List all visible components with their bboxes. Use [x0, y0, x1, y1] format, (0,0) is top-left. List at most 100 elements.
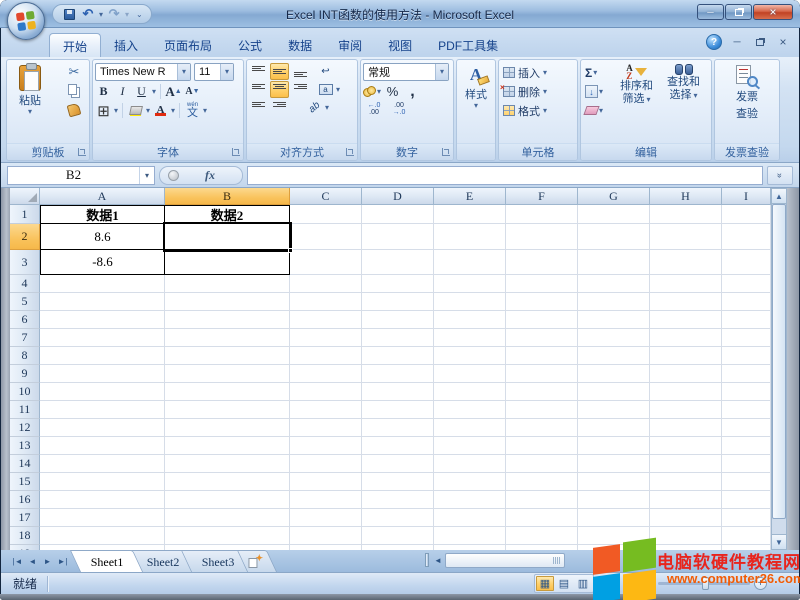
- cell-D1[interactable]: [362, 205, 434, 224]
- percent-button[interactable]: %: [384, 83, 401, 100]
- merge-dropdown[interactable]: ▾: [336, 87, 340, 93]
- cell-B9[interactable]: [165, 365, 290, 383]
- cell-A9[interactable]: [40, 365, 165, 383]
- invoice-check-button[interactable]: 发票 查验: [717, 63, 777, 121]
- cell-G18[interactable]: [578, 527, 650, 545]
- insert-function-button[interactable]: fx: [205, 168, 215, 183]
- cell-G13[interactable]: [578, 437, 650, 455]
- cell-G15[interactable]: [578, 473, 650, 491]
- cell-H11[interactable]: [650, 401, 722, 419]
- font-name-combo[interactable]: Times New R ▾: [95, 63, 191, 81]
- font-name-dropdown[interactable]: ▾: [177, 64, 190, 80]
- column-header-I[interactable]: I: [722, 188, 771, 205]
- workbook-restore-button[interactable]: [752, 35, 768, 49]
- align-center-button[interactable]: [270, 81, 289, 98]
- alignment-dialog-launcher[interactable]: [346, 148, 354, 156]
- italic-button[interactable]: I: [114, 83, 131, 100]
- name-box-dropdown[interactable]: ▾: [139, 167, 154, 184]
- cell-A12[interactable]: [40, 419, 165, 437]
- cell-A13[interactable]: [40, 437, 165, 455]
- cell-B16[interactable]: [165, 491, 290, 509]
- cell-D14[interactable]: [362, 455, 434, 473]
- column-header-C[interactable]: C: [290, 188, 362, 205]
- row-header-3[interactable]: 3: [10, 250, 40, 275]
- clear-button[interactable]: ▾: [583, 102, 613, 119]
- cell-F16[interactable]: [506, 491, 578, 509]
- phonetic-dropdown[interactable]: ▾: [203, 108, 207, 114]
- cell-C13[interactable]: [290, 437, 362, 455]
- cell-E6[interactable]: [434, 311, 506, 329]
- cell-G3[interactable]: [578, 250, 650, 275]
- sort-filter-button[interactable]: AZ 排序和 筛选▾: [613, 63, 660, 142]
- align-top-button[interactable]: [249, 63, 268, 80]
- scroll-down-button[interactable]: ▼: [772, 534, 786, 549]
- cell-E4[interactable]: [434, 275, 506, 293]
- cell-C14[interactable]: [290, 455, 362, 473]
- column-header-H[interactable]: H: [650, 188, 722, 205]
- cell-D9[interactable]: [362, 365, 434, 383]
- first-sheet-button[interactable]: |◄: [11, 557, 24, 566]
- ribbon-tab-7[interactable]: 视图: [375, 33, 425, 57]
- ribbon-tab-6[interactable]: 审阅: [325, 33, 375, 57]
- cell-E13[interactable]: [434, 437, 506, 455]
- cell-C7[interactable]: [290, 329, 362, 347]
- orientation-button[interactable]: ab: [305, 99, 324, 116]
- cell-D13[interactable]: [362, 437, 434, 455]
- align-middle-button[interactable]: [270, 63, 289, 80]
- cell-D6[interactable]: [362, 311, 434, 329]
- cell-B13[interactable]: [165, 437, 290, 455]
- cell-H1[interactable]: [650, 205, 722, 224]
- ribbon-tab-1[interactable]: 开始: [49, 33, 101, 57]
- cell-I8[interactable]: [722, 347, 771, 365]
- zoom-slider-thumb[interactable]: [702, 577, 709, 590]
- font-size-combo[interactable]: 11 ▾: [194, 63, 234, 81]
- cell-C8[interactable]: [290, 347, 362, 365]
- cell-I13[interactable]: [722, 437, 771, 455]
- cell-F2[interactable]: [506, 224, 578, 250]
- borders-button[interactable]: ⊞: [95, 102, 112, 119]
- normal-view-button[interactable]: ▦: [536, 576, 554, 591]
- cell-A6[interactable]: [40, 311, 165, 329]
- align-right-button[interactable]: [291, 81, 310, 98]
- cell-E14[interactable]: [434, 455, 506, 473]
- tab-split-handle[interactable]: [425, 553, 429, 567]
- cell-D5[interactable]: [362, 293, 434, 311]
- cell-A10[interactable]: [40, 383, 165, 401]
- cell-I18[interactable]: [722, 527, 771, 545]
- row-header-12[interactable]: 12: [10, 419, 40, 437]
- cell-C2[interactable]: [290, 224, 362, 250]
- find-select-button[interactable]: 查找和 选择▾: [660, 63, 707, 142]
- cell-D15[interactable]: [362, 473, 434, 491]
- cell-I6[interactable]: [722, 311, 771, 329]
- cell-A18[interactable]: [40, 527, 165, 545]
- row-header-5[interactable]: 5: [10, 293, 40, 311]
- formula-input[interactable]: [247, 166, 763, 185]
- font-size-dropdown[interactable]: ▾: [220, 64, 233, 80]
- zoom-in-button[interactable]: +: [754, 577, 767, 590]
- cell-F5[interactable]: [506, 293, 578, 311]
- cell-I3[interactable]: [722, 250, 771, 275]
- cell-I12[interactable]: [722, 419, 771, 437]
- row-header-16[interactable]: 16: [10, 491, 40, 509]
- ribbon-tab-8[interactable]: PDF工具集: [425, 33, 511, 57]
- row-header-18[interactable]: 18: [10, 527, 40, 545]
- cell-H18[interactable]: [650, 527, 722, 545]
- cell-I7[interactable]: [722, 329, 771, 347]
- last-sheet-button[interactable]: ►|: [56, 557, 69, 566]
- cell-H14[interactable]: [650, 455, 722, 473]
- fill-handle[interactable]: [288, 248, 293, 253]
- phonetic-button[interactable]: wén文: [184, 102, 201, 119]
- cell-G2[interactable]: [578, 224, 650, 250]
- cell-F15[interactable]: [506, 473, 578, 491]
- cell-C17[interactable]: [290, 509, 362, 527]
- cell-G10[interactable]: [578, 383, 650, 401]
- align-left-button[interactable]: [249, 81, 268, 98]
- cell-H15[interactable]: [650, 473, 722, 491]
- row-header-13[interactable]: 13: [10, 437, 40, 455]
- office-button[interactable]: [7, 2, 45, 40]
- cell-E16[interactable]: [434, 491, 506, 509]
- row-header-4[interactable]: 4: [10, 275, 40, 293]
- grow-font-button[interactable]: A▲: [165, 83, 182, 100]
- workbook-close-button[interactable]: ×: [775, 35, 791, 49]
- cell-E5[interactable]: [434, 293, 506, 311]
